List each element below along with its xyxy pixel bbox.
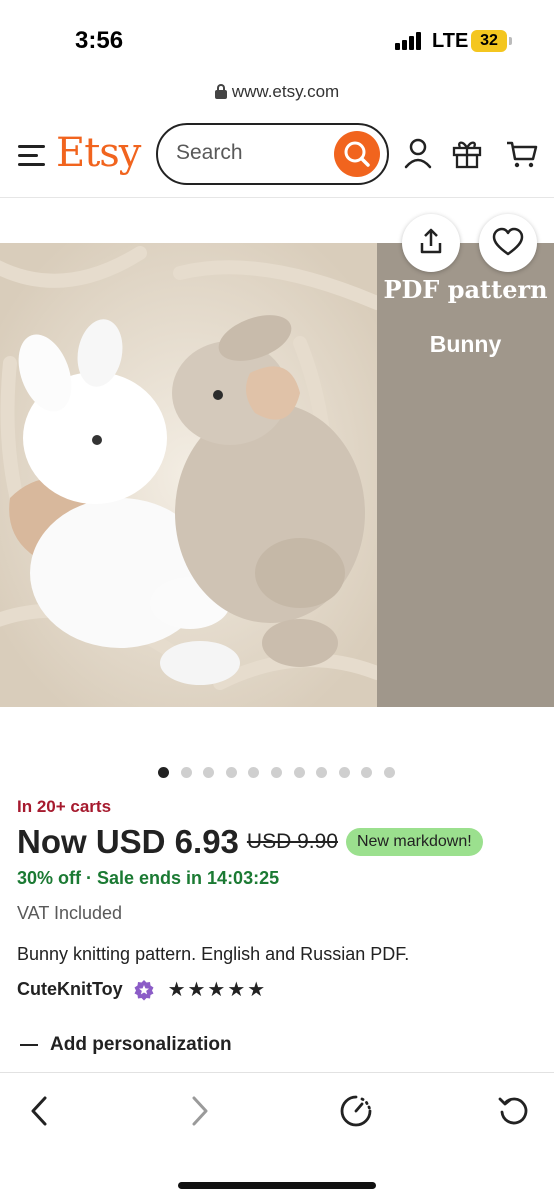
browser-toolbar: [0, 1072, 554, 1200]
pattern-banner: PDF pattern Bunny: [377, 243, 554, 707]
hamburger-menu-icon[interactable]: [18, 145, 45, 167]
network-label: LTE: [432, 30, 469, 52]
star-seller-icon: [134, 979, 154, 1000]
status-time: 3:56: [75, 27, 124, 54]
status-bar: 3:56 LTE 32: [0, 0, 554, 80]
url-bar[interactable]: www.etsy.com: [0, 82, 554, 110]
share-icon: [420, 228, 442, 254]
listing-title: Bunny knitting pattern. English and Russ…: [17, 944, 410, 964]
carousel-dot[interactable]: [316, 767, 328, 778]
lock-icon: [214, 84, 227, 99]
heart-icon: [492, 227, 524, 256]
reload-icon[interactable]: [496, 1093, 532, 1129]
carousel-dot[interactable]: [203, 767, 215, 778]
rating-stars: ★★★★★: [167, 979, 268, 1001]
shop-name[interactable]: CuteKnitToy: [17, 979, 123, 999]
url-text: www.etsy.com: [231, 82, 340, 101]
search-input[interactable]: [176, 141, 326, 165]
vat-label: VAT Included: [17, 903, 123, 923]
shop-row[interactable]: CuteKnitToy ★★★★★: [17, 977, 267, 1003]
battery-tip: [509, 37, 512, 45]
carousel-dot[interactable]: [180, 767, 192, 778]
site-header: Etsy: [0, 112, 554, 198]
carousel-dot[interactable]: [361, 767, 373, 778]
forward-icon[interactable]: [181, 1093, 217, 1129]
speed-icon[interactable]: [338, 1093, 374, 1129]
back-icon[interactable]: [22, 1093, 58, 1129]
carousel-dot[interactable]: [248, 767, 260, 778]
carousel-dot[interactable]: [271, 767, 282, 778]
favorite-button[interactable]: [479, 214, 537, 272]
carts-notice: In 20+ carts: [17, 797, 112, 816]
carousel-dot[interactable]: [158, 767, 169, 778]
current-price: Now USD 6.93: [17, 823, 239, 860]
banner-subtitle: Bunny: [429, 331, 502, 357]
search-button[interactable]: [334, 131, 380, 177]
gift-icon[interactable]: [450, 136, 484, 170]
share-button[interactable]: [402, 214, 460, 272]
banner-title: PDF pattern: [383, 275, 548, 304]
listing-image-carousel[interactable]: PDF pattern Bunny: [0, 243, 554, 707]
bunny-photo: [0, 243, 377, 707]
markdown-badge: New markdown!: [345, 828, 483, 856]
battery-icon: 32: [471, 30, 507, 52]
add-personalization-toggle[interactable]: Add personalization: [17, 1034, 232, 1056]
search-bar: [156, 123, 389, 185]
etsy-listing-page: 3:56 LTE 32 www.etsy.com Etsy Search PDF…: [0, 0, 554, 1200]
search-icon: [344, 141, 370, 167]
carousel-dot[interactable]: [293, 767, 305, 778]
carousel-dot[interactable]: [225, 767, 237, 778]
personalization-label: Add personalization: [50, 1034, 232, 1055]
carousel-dot[interactable]: [338, 767, 350, 778]
collapse-icon: [20, 1043, 38, 1046]
price-row: Now USD 6.93 USD 9.90 New markdown!: [17, 823, 483, 867]
bunny-illustration: [0, 243, 377, 707]
etsy-logo[interactable]: Etsy: [56, 130, 141, 176]
home-indicator: [178, 1182, 376, 1189]
original-price: USD 9.90: [246, 830, 338, 853]
sale-info: 30% off · Sale ends in 14:03:25: [17, 868, 280, 888]
account-icon[interactable]: [401, 136, 435, 170]
carousel-dot[interactable]: [384, 767, 395, 778]
cart-icon[interactable]: [505, 136, 539, 170]
signal-icon: [395, 32, 423, 50]
